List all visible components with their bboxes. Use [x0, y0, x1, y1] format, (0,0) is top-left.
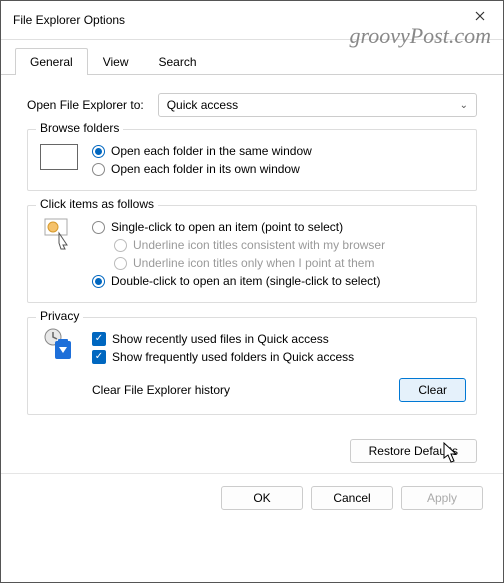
click-items-title: Click items as follows	[36, 197, 158, 211]
tab-search[interactable]: Search	[144, 48, 212, 75]
radio-icon	[92, 221, 105, 234]
checkbox-icon	[92, 332, 106, 346]
cancel-button[interactable]: Cancel	[311, 486, 393, 510]
apply-button: Apply	[401, 486, 483, 510]
browse-folders-group: Browse folders Open each folder in the s…	[27, 129, 477, 191]
titlebar: File Explorer Options	[1, 1, 503, 40]
radio-underline-browser: Underline icon titles consistent with my…	[114, 238, 466, 252]
open-to-label: Open File Explorer to:	[27, 98, 144, 112]
privacy-group: Privacy Show recently used files in Quic…	[27, 317, 477, 415]
tab-panel-general: Open File Explorer to: Quick access ⌄ Br…	[1, 75, 503, 435]
radio-icon	[92, 163, 105, 176]
radio-icon	[114, 239, 127, 252]
radio-label: Underline icon titles only when I point …	[133, 256, 374, 270]
folder-window-icon	[38, 140, 80, 174]
checkbox-icon	[92, 350, 106, 364]
radio-underline-point: Underline icon titles only when I point …	[114, 256, 466, 270]
radio-icon	[114, 257, 127, 270]
privacy-title: Privacy	[36, 309, 83, 323]
open-to-combo[interactable]: Quick access ⌄	[158, 93, 477, 117]
open-to-value: Quick access	[167, 98, 238, 112]
click-items-group: Click items as follows Single-click to o…	[27, 205, 477, 303]
checkbox-label: Show frequently used folders in Quick ac…	[112, 350, 354, 364]
tab-general[interactable]: General	[15, 48, 88, 75]
radio-label: Open each folder in its own window	[111, 162, 300, 176]
radio-label: Double-click to open an item (single-cli…	[111, 274, 380, 288]
radio-double-click[interactable]: Double-click to open an item (single-cli…	[92, 274, 466, 288]
tab-strip: General View Search	[15, 48, 503, 75]
dialog-footer: OK Cancel Apply	[1, 473, 503, 522]
radio-icon	[92, 275, 105, 288]
checkbox-label: Show recently used files in Quick access	[112, 332, 329, 346]
close-button[interactable]	[457, 1, 503, 31]
check-recent-files[interactable]: Show recently used files in Quick access	[92, 332, 466, 346]
restore-defaults-button[interactable]: Restore Defaults	[350, 439, 477, 463]
radio-label: Single-click to open an item (point to s…	[111, 220, 343, 234]
ok-button[interactable]: OK	[221, 486, 303, 510]
tab-view[interactable]: View	[88, 48, 144, 75]
radio-same-window[interactable]: Open each folder in the same window	[92, 144, 466, 158]
chevron-down-icon: ⌄	[460, 100, 468, 111]
check-freq-folders[interactable]: Show frequently used folders in Quick ac…	[92, 350, 466, 364]
open-to-row: Open File Explorer to: Quick access ⌄	[27, 93, 477, 117]
radio-icon	[92, 145, 105, 158]
radio-label: Open each folder in the same window	[111, 144, 312, 158]
close-icon	[475, 11, 485, 21]
radio-single-click[interactable]: Single-click to open an item (point to s…	[92, 220, 466, 234]
browse-folders-title: Browse folders	[36, 121, 123, 135]
window-title: File Explorer Options	[13, 13, 125, 27]
privacy-icon	[38, 328, 80, 362]
cursor-click-icon	[38, 216, 80, 250]
clear-button[interactable]: Clear	[399, 378, 466, 402]
clear-history-label: Clear File Explorer history	[92, 383, 230, 397]
radio-own-window[interactable]: Open each folder in its own window	[92, 162, 466, 176]
radio-label: Underline icon titles consistent with my…	[133, 238, 385, 252]
